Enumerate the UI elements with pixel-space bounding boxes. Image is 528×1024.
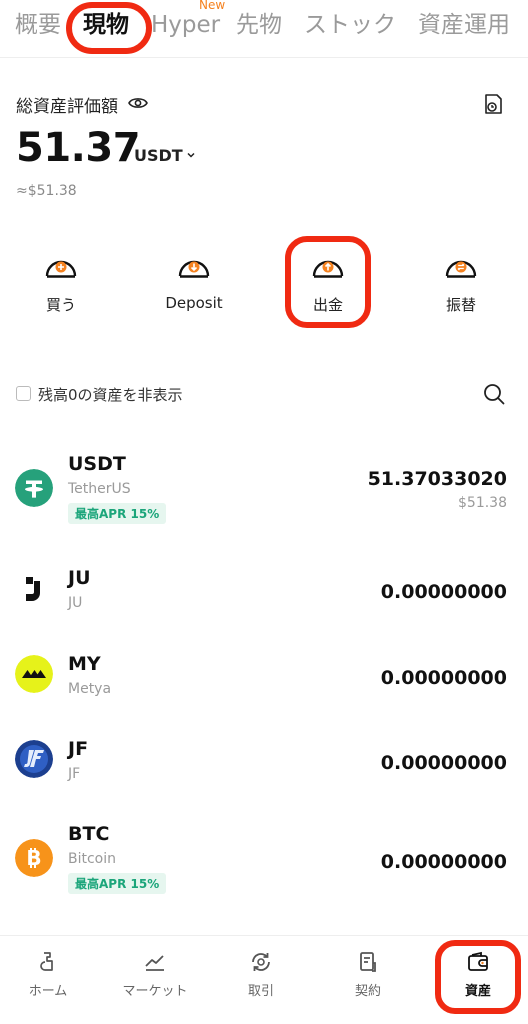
nav-trade[interactable]: 取引 xyxy=(211,950,311,999)
asset-name: Metya xyxy=(68,681,112,697)
tether-icon xyxy=(15,469,53,507)
asset-amount: 0.00000000 xyxy=(380,851,507,873)
tab-highlight-circle xyxy=(66,2,152,54)
jf-icon xyxy=(15,740,53,778)
total-balance-value: 51.37 xyxy=(16,125,141,171)
asset-row-usdt[interactable]: USDT TetherUS 最高APR 15% 51.37033020 $51.… xyxy=(0,453,528,533)
asset-amount: 0.00000000 xyxy=(380,581,507,603)
asset-symbol: MY xyxy=(68,653,101,675)
asset-name: TetherUS xyxy=(68,481,131,497)
metya-icon xyxy=(15,655,53,693)
nav-market-label: マーケット xyxy=(122,984,188,999)
history-icon[interactable] xyxy=(481,92,505,116)
apr-badge[interactable]: 最高APR 15% xyxy=(68,873,167,894)
arrow-down-icon xyxy=(178,260,210,278)
nav-home-label: ホーム xyxy=(28,984,68,999)
asset-symbol: JF xyxy=(68,738,89,760)
home-icon xyxy=(40,952,53,971)
asset-name: JU xyxy=(68,595,83,611)
transfer-button[interactable]: 振替 xyxy=(411,250,511,330)
tab-hyper[interactable]: Hyper xyxy=(151,10,220,40)
asset-symbol: BTC xyxy=(68,823,110,845)
asset-row-jf[interactable]: JF JF 0.00000000 xyxy=(0,738,528,818)
nav-highlight-circle xyxy=(435,940,521,1014)
chevron-down-icon[interactable] xyxy=(186,150,196,160)
hide-zero-label[interactable]: 残高0の資産を非表示 xyxy=(38,384,183,405)
asset-name: Bitcoin xyxy=(68,851,117,867)
new-badge: New xyxy=(199,0,226,12)
contract-icon xyxy=(360,952,376,972)
deposit-label: Deposit xyxy=(165,294,223,312)
asset-fiat: $51.38 xyxy=(458,495,507,511)
plus-icon xyxy=(45,260,77,278)
asset-amount: 0.00000000 xyxy=(380,667,507,689)
ju-icon xyxy=(26,577,40,601)
search-icon[interactable] xyxy=(483,383,505,405)
transfer-label: 振替 xyxy=(445,296,476,314)
nav-trade-label: 取引 xyxy=(247,984,274,999)
bitcoin-icon: B xyxy=(15,839,53,877)
tab-earn[interactable]: 資産運用 xyxy=(418,10,510,40)
tab-futures[interactable]: 先物 xyxy=(236,10,282,40)
hide-zero-checkbox[interactable] xyxy=(16,386,31,401)
asset-symbol: USDT xyxy=(68,453,126,475)
balance-unit-selector[interactable]: USDT xyxy=(134,146,183,165)
buy-label: 買う xyxy=(45,296,76,314)
tab-stock[interactable]: ストック xyxy=(304,10,396,40)
asset-amount: 0.00000000 xyxy=(380,752,507,774)
asset-row-btc[interactable]: B BTC Bitcoin 最高APR 15% 0.00000000 xyxy=(0,823,528,903)
asset-symbol: JU xyxy=(68,567,91,589)
tab-overview[interactable]: 概要 xyxy=(15,10,61,40)
eye-icon[interactable] xyxy=(128,96,148,110)
nav-home[interactable]: ホーム xyxy=(0,950,98,999)
asset-amount: 51.37033020 xyxy=(367,468,507,490)
market-icon xyxy=(145,955,164,971)
trade-icon xyxy=(252,953,270,971)
balance-fiat-value: ≈$51.38 xyxy=(16,183,77,199)
deposit-button[interactable]: Deposit xyxy=(144,250,244,330)
total-balance-label: 総資産評価額 xyxy=(16,97,118,117)
withdraw-highlight-circle xyxy=(285,236,371,328)
apr-badge[interactable]: 最高APR 15% xyxy=(68,503,167,524)
asset-name: JF xyxy=(68,766,81,782)
nav-market[interactable]: マーケット xyxy=(105,950,205,999)
transfer-icon xyxy=(445,260,477,278)
asset-row-ju[interactable]: JU JU 0.00000000 xyxy=(0,567,528,647)
asset-row-my[interactable]: MY Metya 0.00000000 xyxy=(0,653,528,733)
nav-contract[interactable]: 契約 xyxy=(318,950,418,999)
nav-contract-label: 契約 xyxy=(354,984,381,999)
buy-button[interactable]: 買う xyxy=(11,250,111,330)
